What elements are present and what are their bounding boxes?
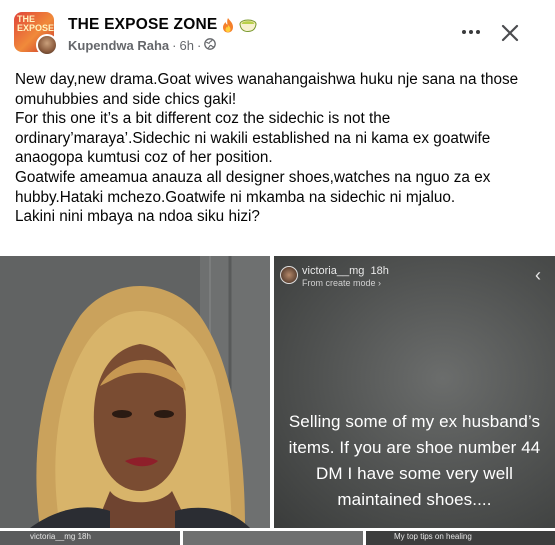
group-logo-text: THE EXPOSE bbox=[17, 14, 54, 33]
photo-thumb[interactable] bbox=[183, 531, 363, 545]
post-time-link[interactable]: 6h bbox=[179, 38, 193, 53]
post-body: New day,new drama.Goat wives wanahangais… bbox=[15, 70, 540, 227]
caption-line: items. If you are shoe number 44 bbox=[288, 438, 541, 457]
more-options-icon[interactable] bbox=[458, 22, 484, 42]
caption-line: DM I have some very well bbox=[315, 464, 513, 483]
post-paragraph: For this one it’s a bit different coz th… bbox=[15, 110, 491, 167]
title-row: THE EXPOSE ZONE bbox=[68, 14, 257, 36]
story-username: victoria__mg 18h bbox=[302, 265, 389, 277]
thumb-label: victoria__mg 18h bbox=[30, 532, 91, 541]
thumb-label: My top tips on healing bbox=[394, 532, 472, 541]
story-subtitle: From create mode › bbox=[302, 278, 382, 288]
author-name-link[interactable]: Kupendwa Raha bbox=[68, 38, 169, 53]
meta-separator-2: · bbox=[196, 38, 202, 53]
story-screenshot[interactable]: victoria__mg 18h From create mode › ‹ Se… bbox=[274, 256, 555, 528]
story-avatar bbox=[280, 266, 298, 284]
photo-thumb[interactable]: My top tips on healing bbox=[366, 531, 555, 545]
globe-icon bbox=[204, 38, 217, 53]
post-header: THE EXPOSE THE EXPOSE ZONE Kupendwa Raha… bbox=[0, 0, 555, 62]
post-paragraph: Lakini nini mbaya na ndoa siku hizi? bbox=[15, 208, 260, 226]
photo-thumb[interactable]: victoria__mg 18h bbox=[0, 531, 180, 545]
fire-icon bbox=[221, 17, 235, 33]
chevron-left-icon[interactable]: ‹ bbox=[535, 266, 541, 284]
caption-line: maintained shoes.... bbox=[337, 490, 492, 509]
post-meta: Kupendwa Raha · 6h · bbox=[68, 38, 217, 53]
post-paragraph: New day,new drama.Goat wives wanahangais… bbox=[15, 71, 519, 108]
meta-separator: · bbox=[172, 38, 177, 53]
author-avatar[interactable] bbox=[36, 34, 58, 56]
photo-grid: victoria__mg 18h From create mode › ‹ Se… bbox=[0, 256, 555, 545]
story-caption: Selling some of my ex husband’s items. I… bbox=[274, 409, 555, 513]
group-name-link[interactable]: THE EXPOSE ZONE bbox=[68, 16, 217, 34]
group-avatar[interactable]: THE EXPOSE bbox=[14, 12, 58, 56]
caption-line: Selling some of my ex husband’s bbox=[288, 412, 541, 431]
bowl-icon bbox=[239, 17, 257, 33]
close-icon[interactable] bbox=[499, 22, 521, 44]
post-paragraph: Goatwife ameamua anauza all designer sho… bbox=[15, 168, 491, 206]
portrait-photo[interactable] bbox=[0, 256, 270, 528]
